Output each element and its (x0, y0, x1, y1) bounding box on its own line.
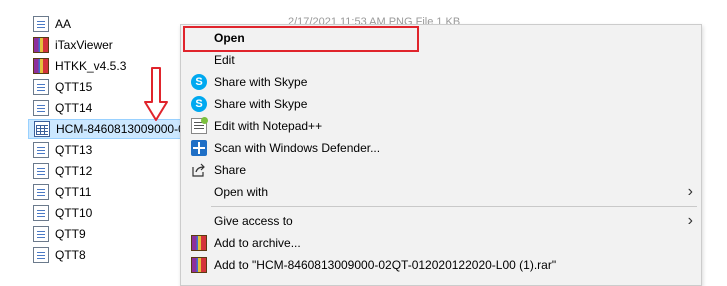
document-icon (33, 142, 49, 158)
winrar-icon (191, 257, 207, 273)
document-icon (33, 16, 49, 32)
menu-item-label: Edit (214, 53, 235, 67)
menu-item-label: Scan with Windows Defender... (214, 141, 381, 155)
file-name: QTT11 (55, 185, 92, 199)
menu-item-label: Give access to (214, 214, 293, 228)
menu-item-give-access[interactable]: Give access to › (181, 210, 701, 232)
file-name: HTKK_v4.5.3 (55, 59, 127, 73)
menu-item-label: Add to "HCM-8460813009000-02QT-012020122… (214, 258, 557, 272)
winrar-icon (191, 235, 207, 251)
share-icon (192, 163, 205, 177)
menu-item-add-to-rar[interactable]: Add to "HCM-8460813009000-02QT-012020122… (181, 254, 701, 276)
menu-item-scan-defender[interactable]: Scan with Windows Defender... (181, 137, 701, 159)
file-name: QTT12 (55, 164, 93, 178)
archive-icon (33, 37, 49, 53)
file-name: QTT9 (55, 227, 86, 241)
file-name: QTT15 (55, 80, 93, 94)
menu-item-label: Open with (214, 185, 269, 199)
file-name: QTT8 (55, 248, 86, 262)
menu-item-label: Share with Skype (214, 97, 308, 111)
chevron-right-icon: › (687, 212, 693, 229)
menu-item-label: Share (214, 163, 247, 177)
document-icon (33, 163, 49, 179)
file-name: QTT13 (55, 143, 93, 157)
menu-item-share-with-skype[interactable]: S Share with Skype (181, 71, 701, 93)
menu-item-share-with-skype-2[interactable]: S Share with Skype (181, 93, 701, 115)
context-menu: Open Edit S Share with Skype S Share wit… (180, 24, 702, 286)
document-icon (33, 184, 49, 200)
menu-item-share[interactable]: Share (181, 159, 701, 181)
skype-icon: S (191, 96, 207, 112)
menu-item-label: Share with Skype (214, 75, 308, 89)
skype-icon: S (191, 74, 207, 90)
menu-item-edit-with-notepad[interactable]: Edit with Notepad++ (181, 115, 701, 137)
notepad-plus-plus-icon (191, 117, 208, 134)
down-arrow-annotation-icon (144, 67, 168, 121)
chevron-right-icon: › (687, 183, 693, 200)
document-icon (33, 247, 49, 263)
open-highlight-box (183, 26, 419, 52)
menu-item-open-with[interactable]: Open with › (181, 181, 701, 203)
document-icon (33, 100, 49, 116)
file-name: iTaxViewer (55, 38, 113, 52)
file-name: HCM-8460813009000-02 (56, 122, 192, 136)
menu-item-add-to-archive[interactable]: Add to archive... (181, 232, 701, 254)
menu-item-label: Add to archive... (214, 236, 301, 250)
windows-defender-icon (191, 140, 207, 156)
spreadsheet-icon (34, 121, 50, 137)
menu-item-label: Edit with Notepad++ (214, 119, 323, 133)
document-icon (33, 226, 49, 242)
document-icon (33, 79, 49, 95)
file-name: QTT14 (55, 101, 93, 115)
file-name: QTT10 (55, 206, 93, 220)
file-name: AA (55, 17, 72, 31)
menu-separator (211, 206, 697, 207)
archive-icon (33, 58, 49, 74)
document-icon (33, 205, 49, 221)
menu-item-edit[interactable]: Edit (181, 49, 701, 71)
